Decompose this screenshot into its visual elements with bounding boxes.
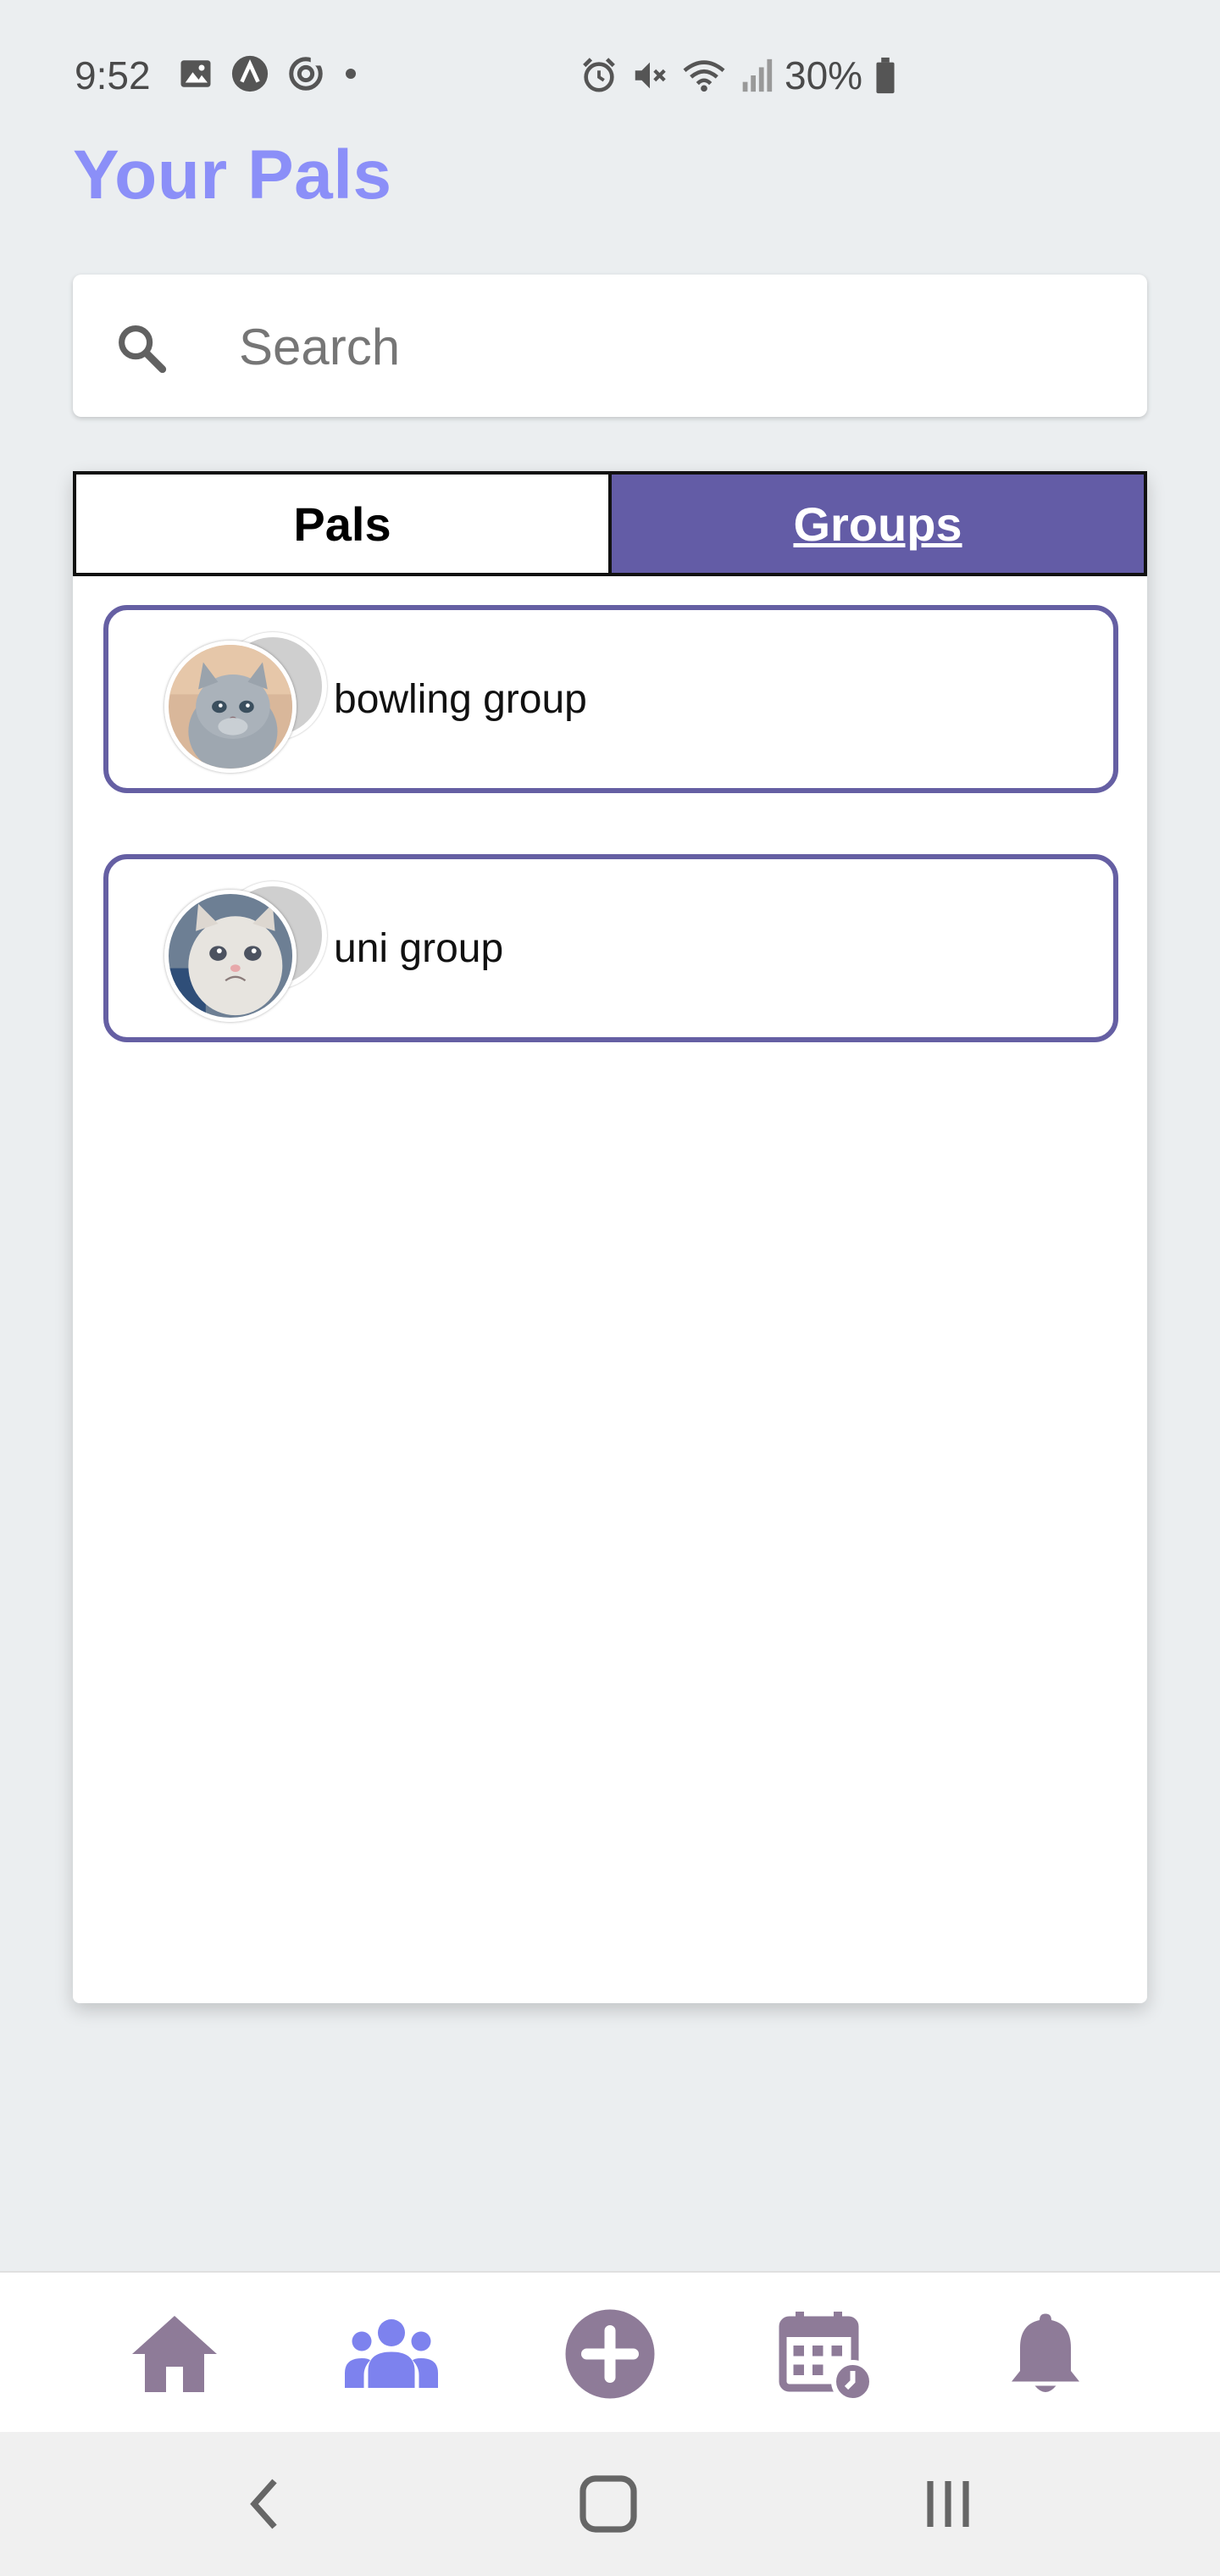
signal-icon xyxy=(742,58,773,92)
group-name: uni group xyxy=(334,926,504,971)
system-home-button[interactable] xyxy=(573,2466,644,2546)
avatar xyxy=(164,641,297,773)
home-icon xyxy=(132,2316,217,2392)
status-bar: 9:52 30% xyxy=(0,0,1220,149)
group-avatar-stack xyxy=(164,881,334,1022)
groups-panel: Pals Groups bowling group uni group xyxy=(73,471,1147,2003)
search-input[interactable] xyxy=(239,308,1103,385)
wifi-icon xyxy=(683,60,725,92)
group-avatar-stack xyxy=(164,632,334,773)
bottom-nav xyxy=(0,2271,1220,2432)
nav-home[interactable] xyxy=(124,2303,225,2405)
dot-icon xyxy=(346,69,356,79)
crying-cat-photo xyxy=(169,894,292,1018)
people-icon xyxy=(345,2319,438,2388)
tab-bar: Pals Groups xyxy=(73,471,1147,576)
status-system-icons: 30% xyxy=(580,53,896,98)
nav-pals[interactable] xyxy=(341,2303,442,2405)
sync-circle-icon xyxy=(289,55,323,91)
system-nav-bar xyxy=(0,2432,1220,2576)
alarm-icon xyxy=(583,58,615,92)
calendar-clock-icon xyxy=(779,2312,874,2403)
bell-icon xyxy=(1012,2313,1079,2392)
tab-groups[interactable]: Groups xyxy=(612,475,1144,573)
home-square-icon xyxy=(580,2475,637,2533)
group-name: bowling group xyxy=(334,677,587,722)
app-a-icon xyxy=(231,55,269,92)
group-card-bowling[interactable]: bowling group xyxy=(103,605,1118,793)
recents-icon xyxy=(927,2481,969,2527)
battery-icon xyxy=(876,57,895,94)
nav-notifications[interactable] xyxy=(995,2303,1096,2405)
add-circle-icon xyxy=(565,2309,655,2399)
avatar xyxy=(164,890,297,1022)
nav-add[interactable] xyxy=(559,2303,661,2405)
battery-percent: 30% xyxy=(785,53,863,97)
page-title: Your Pals xyxy=(73,136,392,214)
status-time: 9:52 xyxy=(75,53,151,97)
grey-kitten-photo xyxy=(169,645,292,769)
status-notification-icons xyxy=(178,54,359,93)
back-icon xyxy=(250,2479,277,2529)
system-back-button[interactable] xyxy=(239,2466,290,2546)
nav-calendar[interactable] xyxy=(774,2303,876,2405)
mute-icon xyxy=(635,62,666,89)
search-icon xyxy=(119,325,167,374)
search-bar[interactable] xyxy=(73,275,1147,417)
group-card-uni[interactable]: uni group xyxy=(103,854,1118,1042)
image-icon xyxy=(180,60,211,87)
tab-pals[interactable]: Pals xyxy=(76,475,612,573)
system-recents-button[interactable] xyxy=(920,2466,976,2546)
